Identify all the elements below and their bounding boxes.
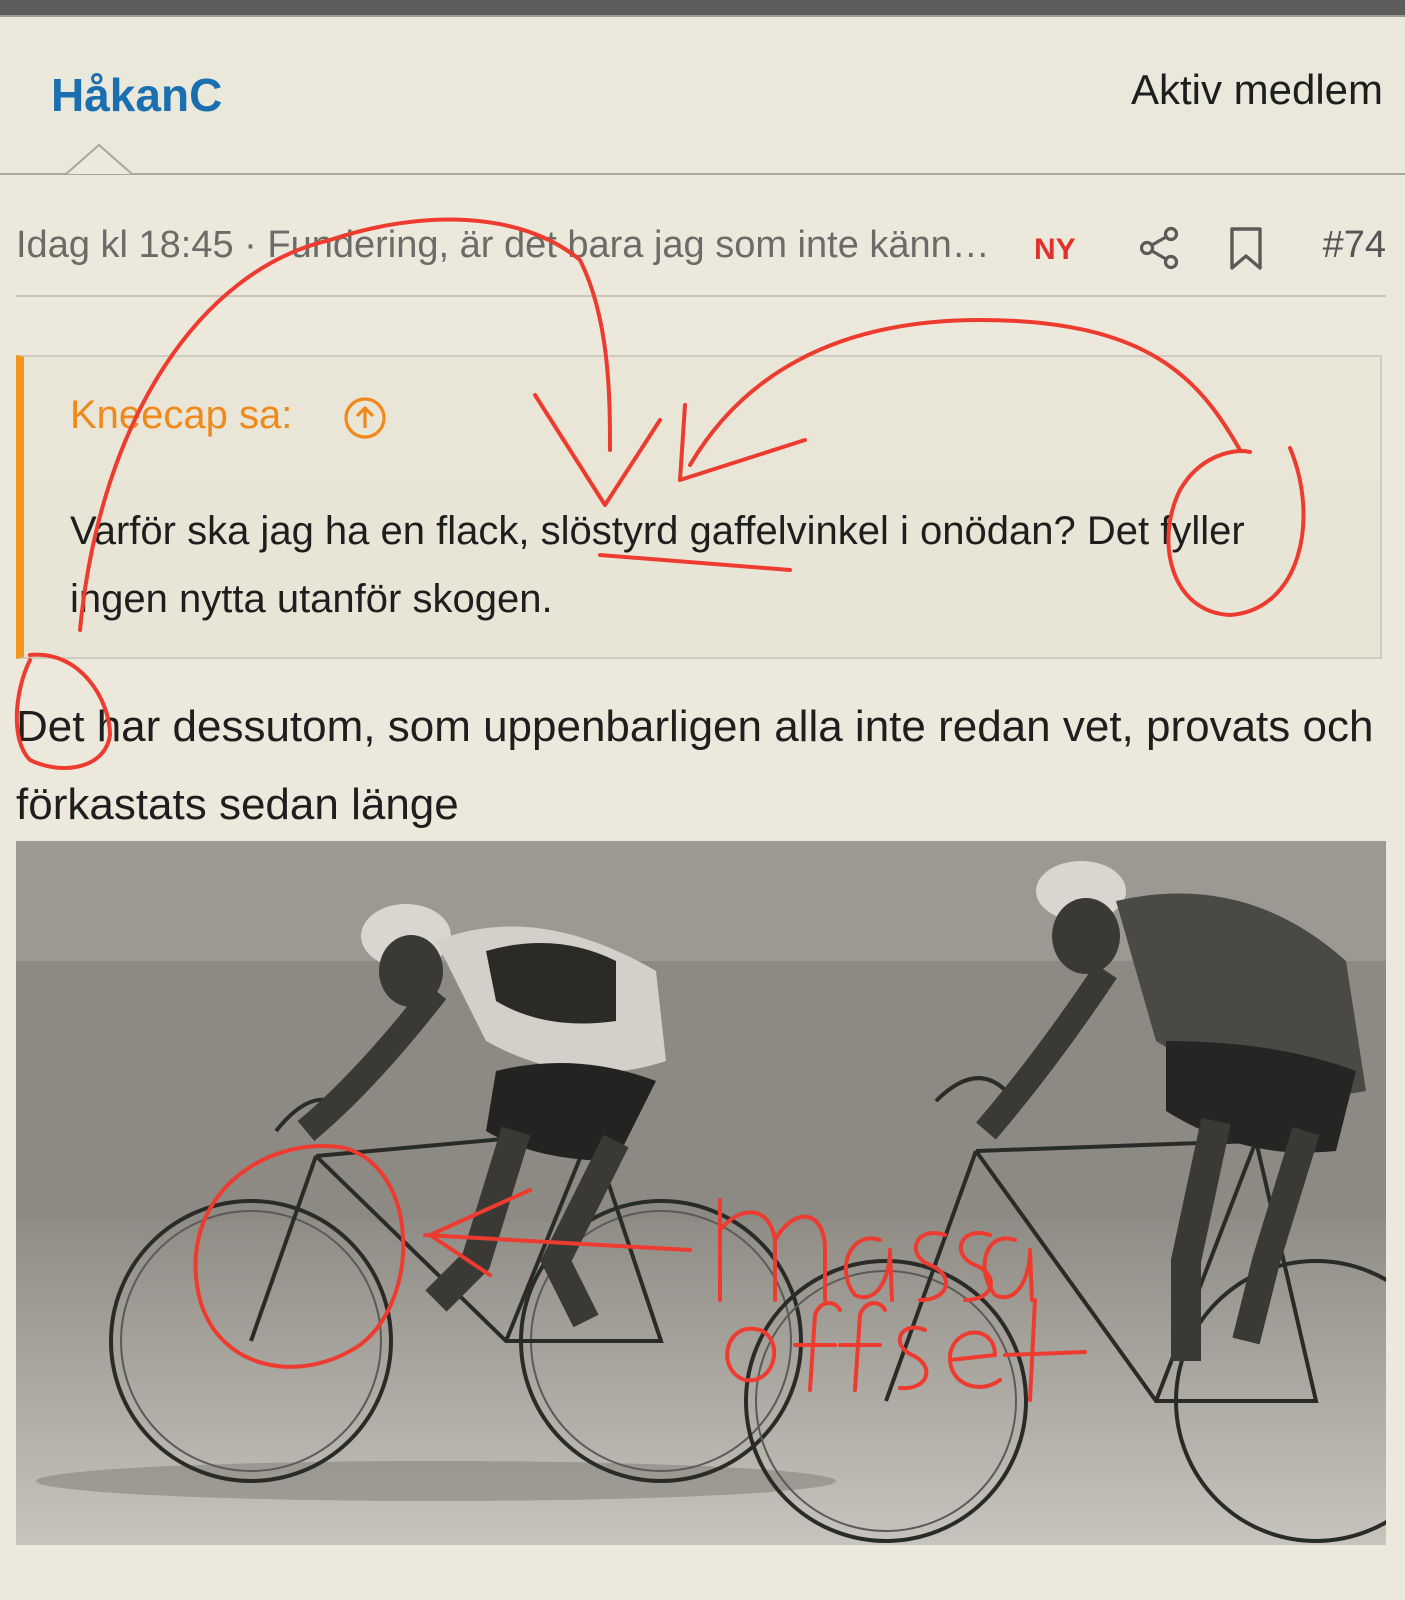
quote-block: Kneecap sa: Varför ska jag ha en flack, … (16, 355, 1382, 659)
post-meta-text[interactable]: Idag kl 18:45 · Fundering, är det bara j… (16, 224, 1001, 267)
post-meta-bar: Idag kl 18:45 · Fundering, är det bara j… (16, 214, 1386, 282)
post-author-link[interactable]: HåkanC (51, 68, 222, 122)
arrow-up-circle-icon[interactable] (342, 395, 388, 441)
quote-author-link[interactable]: Kneecap sa: (70, 393, 292, 438)
post-body-text: Det har dessutom, som uppenbarligen alla… (16, 702, 1374, 829)
share-icon[interactable] (1136, 224, 1184, 272)
status-bar (0, 0, 1405, 17)
cyclists-photo[interactable] (16, 841, 1386, 1545)
bookmark-icon[interactable] (1222, 224, 1270, 272)
caret-pointer-icon (66, 143, 132, 175)
quote-text: Varför ska jag ha en flack, slöstyrd gaf… (70, 509, 1245, 621)
post-number-link[interactable]: #74 (1323, 224, 1386, 267)
user-title: Aktiv medlem (1130, 66, 1383, 113)
new-badge: NY (1034, 233, 1076, 266)
divider (16, 295, 1386, 297)
divider (0, 173, 1405, 175)
